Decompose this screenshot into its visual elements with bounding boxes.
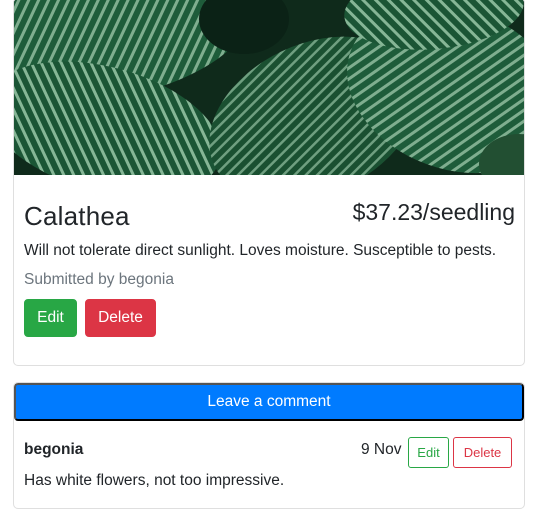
plant-card-body: Calathea $37.23/seedling Will not tolera…: [14, 175, 524, 365]
delete-plant-button[interactable]: Delete: [85, 299, 156, 337]
plant-name: Calathea: [24, 201, 130, 231]
edit-plant-button[interactable]: Edit: [24, 299, 77, 337]
plant-submitted-by: Submitted by begonia: [24, 271, 174, 288]
comment-author: begonia: [24, 441, 84, 458]
delete-comment-button[interactable]: Delete: [453, 437, 512, 468]
leave-comment-button[interactable]: Leave a comment: [14, 383, 524, 421]
plant-price: $37.23/seedling: [352, 199, 515, 225]
plant-description: Will not tolerate direct sunlight. Loves…: [24, 242, 497, 259]
edit-comment-button[interactable]: Edit: [408, 437, 449, 468]
comment-text: Has white flowers, not too impressive.: [24, 472, 285, 489]
comment-date: 9 Nov: [361, 441, 402, 458]
plant-card: Calathea $37.23/seedling Will not tolera…: [13, 0, 525, 366]
comments-card: Leave a comment begonia 9 Nov Edit Delet…: [13, 382, 525, 509]
plant-image: [14, 0, 524, 175]
calathea-leaves-image: [14, 0, 524, 175]
